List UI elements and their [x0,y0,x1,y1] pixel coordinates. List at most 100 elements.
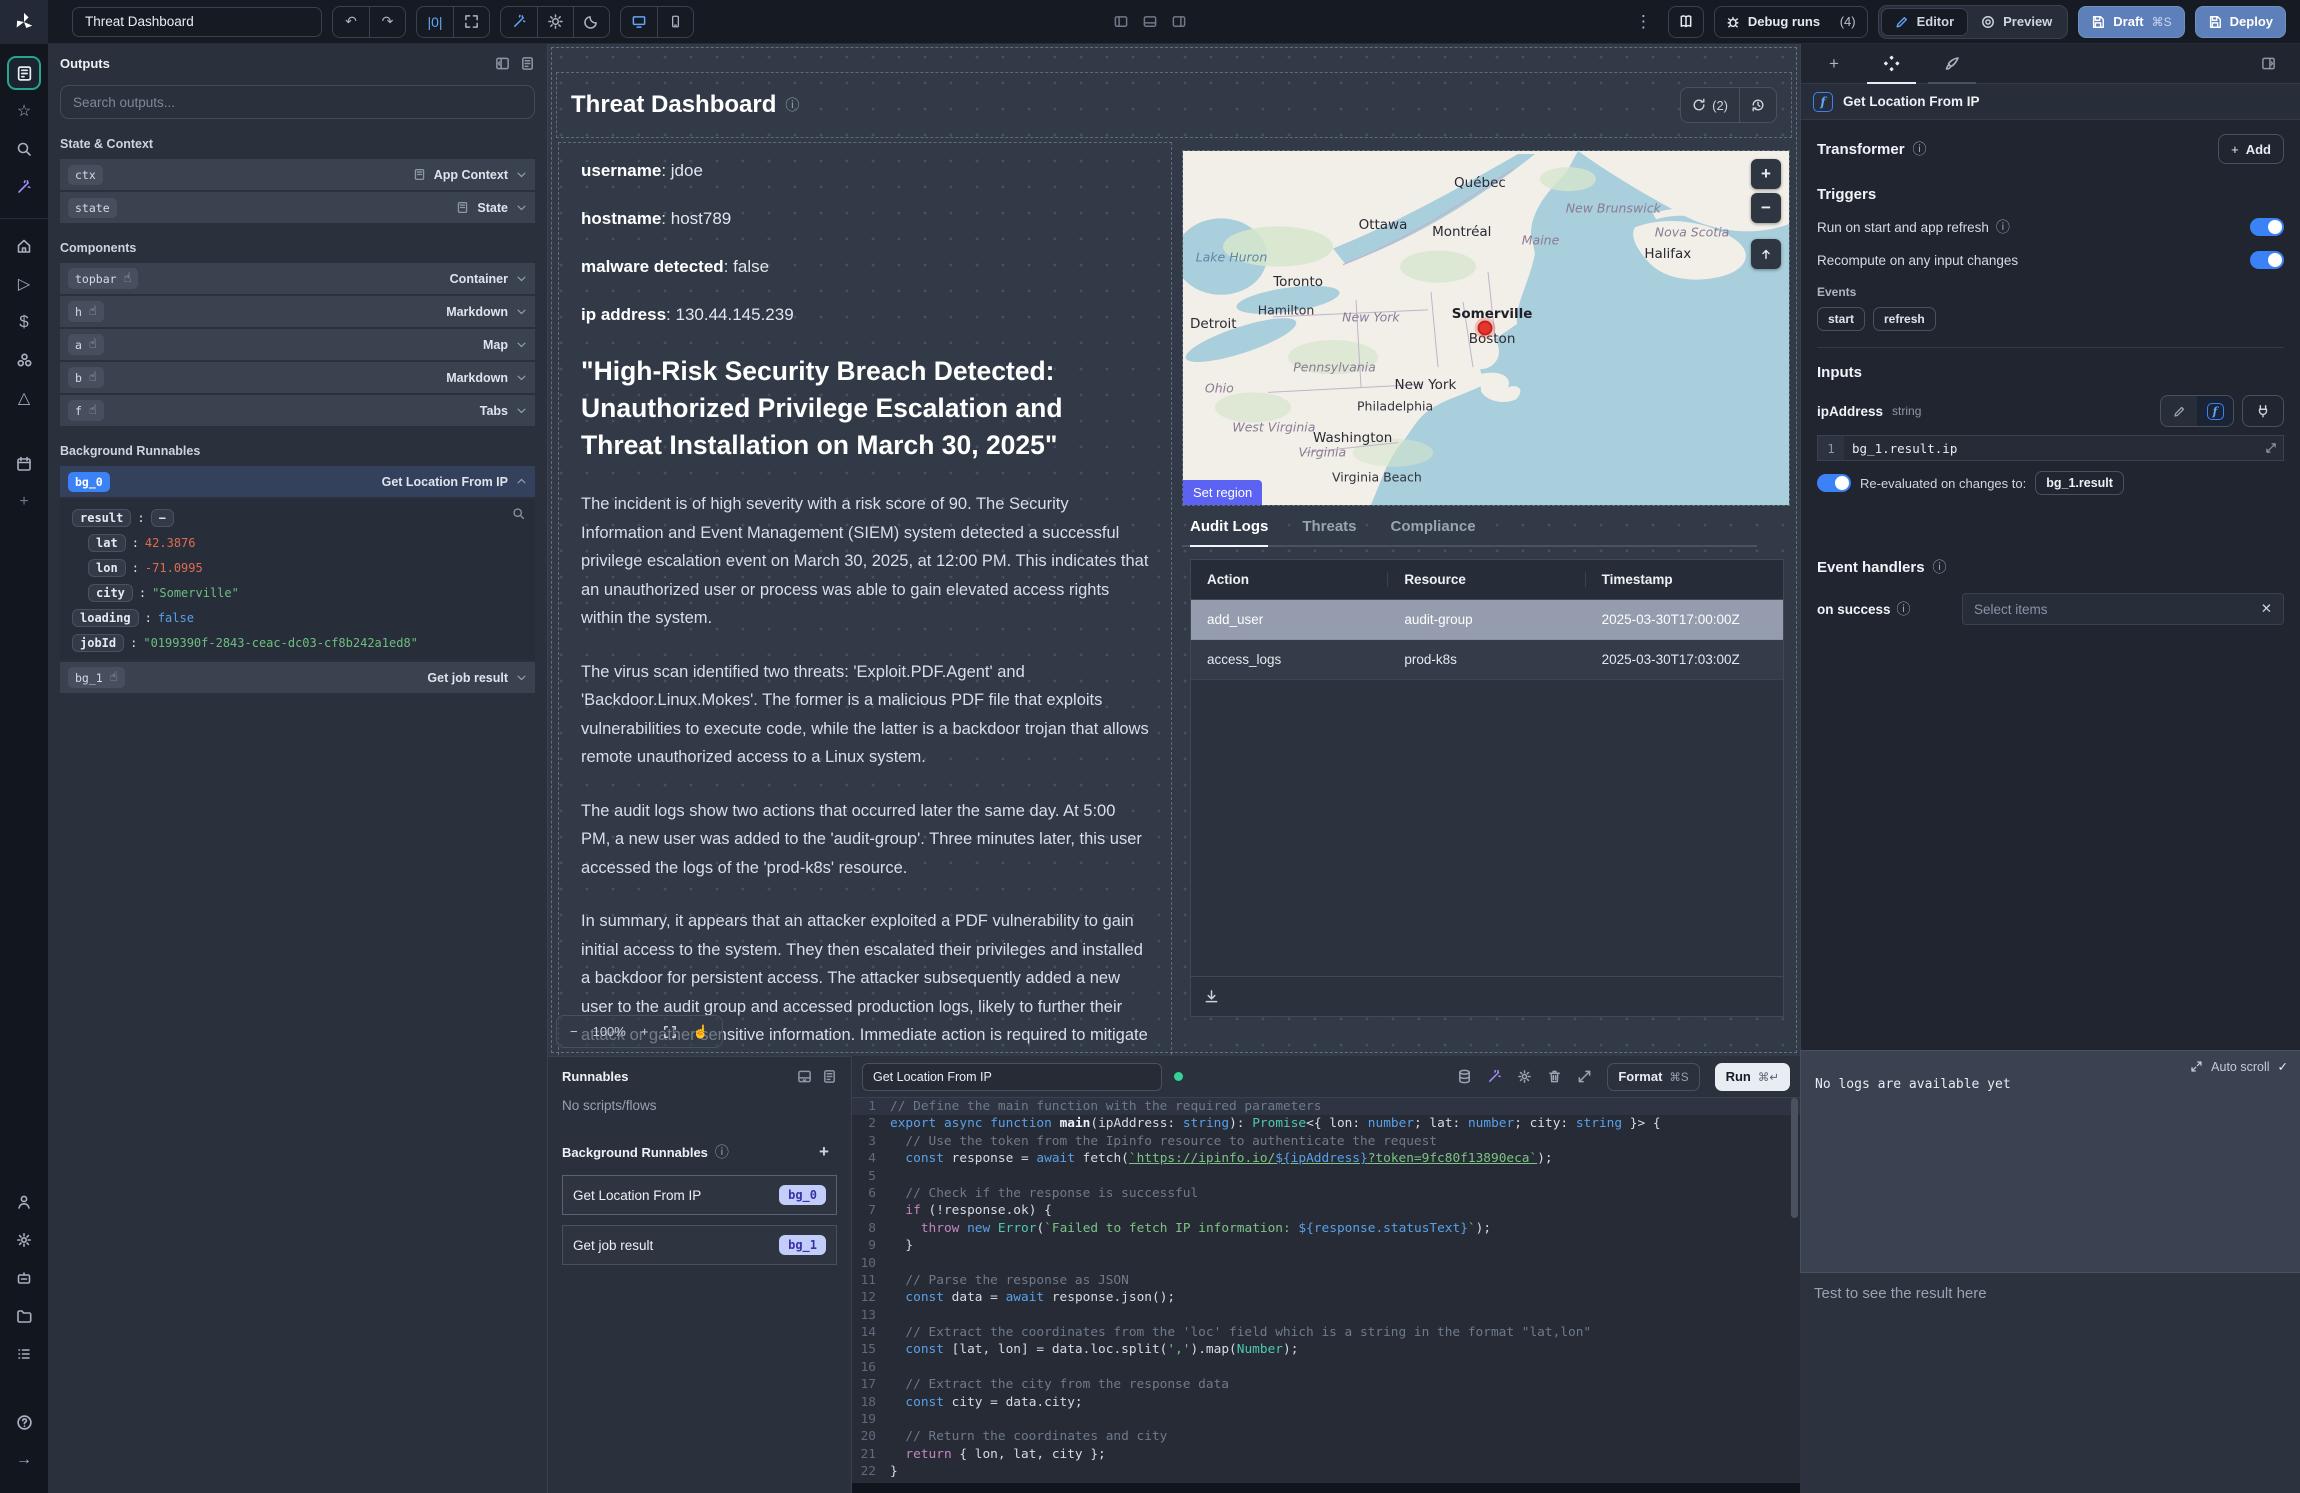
eval-mode-icon[interactable]: f [2197,396,2233,426]
magic-wand-icon[interactable] [501,6,537,38]
expand-grid-button[interactable] [453,6,489,38]
collapse-bottom-icon[interactable] [797,1069,812,1084]
tabs-component[interactable]: Audit Logs Threats Compliance Action Res… [1182,508,1790,1068]
tab-audit-logs[interactable]: Audit Logs [1190,518,1268,545]
code-line[interactable]: 21 return { lon, lat, city }; [852,1446,1800,1463]
json-key[interactable]: lat [88,534,126,552]
reeval-dep-badge[interactable]: bg_1.result [2035,471,2124,495]
code-line[interactable]: 7 if (!response.ok) { [852,1202,1800,1219]
code-line[interactable]: 2export async function main(ipAddress: s… [852,1115,1800,1132]
rail-schedules-icon[interactable]: △ [7,381,41,415]
recompute-toggle[interactable] [2250,251,2284,269]
history-button[interactable] [1739,88,1776,122]
style-tab-icon[interactable] [1940,44,1964,84]
map-zoom-out-button[interactable]: − [1751,193,1781,223]
bg0-row[interactable]: bg_0 Get Location From IP [60,466,535,497]
chevron-down-icon[interactable] [516,405,527,416]
rail-home-icon[interactable] [7,229,41,263]
delete-icon[interactable] [1547,1069,1562,1084]
tab-threats[interactable]: Threats [1302,518,1356,545]
col-timestamp[interactable]: Timestamp [1586,572,1783,587]
download-icon[interactable] [1204,989,1219,1004]
chevron-down-icon[interactable] [516,372,527,383]
collapse-panel-icon[interactable] [495,56,510,71]
ip-expression-input[interactable]: 1 bg_1.result.ip [1817,435,2284,461]
rail-user-icon[interactable] [7,1185,41,1219]
search-outputs-input[interactable]: Search outputs... [60,85,535,119]
cache-icon[interactable] [1457,1069,1472,1084]
undo-button[interactable]: ↶ [333,6,369,38]
table-row[interactable]: access_logs prod-k8s 2025-03-30T17:03:00… [1191,640,1783,680]
pan-tool-button[interactable]: ☝ [692,1024,708,1040]
tab-compliance[interactable]: Compliance [1391,518,1476,545]
insert-tab-icon[interactable]: + [1825,44,1843,84]
rail-collapse-icon[interactable]: → [7,1443,41,1477]
doc-panel-icon[interactable] [520,56,535,71]
app-title-input[interactable]: Threat Dashboard [72,7,322,37]
clear-select-icon[interactable]: ✕ [2261,601,2272,617]
json-collapse-toggle[interactable]: − [151,509,174,527]
preview-mode-button[interactable]: Preview [1968,8,2065,36]
code-line[interactable]: 14 // Extract the coordinates from the '… [852,1324,1800,1341]
code-line[interactable]: 4 const response = await fetch(`https://… [852,1150,1800,1167]
json-key[interactable]: loading [72,609,139,627]
code-line[interactable]: 18 const city = data.city; [852,1394,1800,1411]
component-row-b[interactable]: b☝ Markdown [60,362,535,393]
code-line[interactable]: 12 const data = await response.json(); [852,1289,1800,1306]
set-region-button[interactable]: Set region [1183,480,1262,505]
expand-expression-icon[interactable] [2265,442,2277,454]
redo-button[interactable]: ↷ [369,6,405,38]
more-menu-icon[interactable]: ⋮ [1629,12,1658,32]
editor-mode-button[interactable]: Editor [1881,8,1969,36]
chevron-down-icon[interactable] [516,339,527,350]
json-key[interactable]: city [88,584,133,602]
json-key[interactable]: jobId [72,634,124,652]
chevron-up-icon[interactable] [516,476,527,487]
col-action[interactable]: Action [1191,572,1388,587]
code-line[interactable]: 19 [852,1411,1800,1428]
col-resource[interactable]: Resource [1388,572,1585,587]
collapse-right-panel-icon[interactable] [2261,56,2276,71]
event-start-badge[interactable]: start [1817,307,1865,331]
component-row-h[interactable]: h☝ Markdown [60,296,535,327]
settings-tab-icon[interactable] [1879,44,1904,84]
bg1-row[interactable]: bg_1☝ Get job result [60,662,535,693]
code-line[interactable]: 16 [852,1359,1800,1376]
runnable-item-bg1[interactable]: Get job result bg_1 [562,1225,837,1265]
component-row-f[interactable]: f☝ Tabs [60,395,535,426]
map-fit-button[interactable] [1751,239,1781,269]
rail-help-icon[interactable] [7,1405,41,1439]
static-mode-icon[interactable] [2161,396,2197,426]
run-on-start-toggle[interactable] [2250,218,2284,236]
panel-left-icon[interactable] [1114,14,1129,29]
reeval-toggle[interactable] [1817,474,1851,492]
runnable-item-bg0[interactable]: Get Location From IP bg_0 [562,1175,837,1215]
selected-component-header[interactable]: f Get Location From IP [1801,84,2300,120]
code-line[interactable]: 9 } [852,1237,1800,1254]
docs-button[interactable] [1668,6,1704,38]
rail-add-icon[interactable]: + [7,485,41,519]
rail-calendar-icon[interactable] [7,447,41,481]
code-line[interactable]: 20 // Return the coordinates and city [852,1428,1800,1445]
code-line[interactable]: 11 // Parse the response as JSON [852,1272,1800,1289]
rail-resources-icon[interactable] [7,343,41,377]
auto-scroll-label[interactable]: Auto scroll [2211,1060,2269,1074]
panel-right-icon[interactable] [1172,14,1187,29]
chevron-down-icon[interactable] [516,306,527,317]
expand-editor-icon[interactable] [1577,1069,1592,1084]
connect-icon[interactable] [2242,395,2284,427]
code-line[interactable]: 8 throw new Error(`Failed to fetch IP in… [852,1220,1800,1237]
on-success-select[interactable]: Select items ✕ [1962,593,2284,625]
rail-search-icon[interactable] [7,132,41,166]
code-line[interactable]: 13 [852,1307,1800,1324]
markdown-component[interactable]: username: jdoe hostname: host789 malware… [558,142,1172,1070]
rail-folders-icon[interactable] [7,1299,41,1333]
location-marker[interactable] [1477,321,1492,336]
settings-icon[interactable] [1517,1069,1532,1084]
add-bg-runnable-button[interactable]: + [811,1139,837,1165]
windmill-logo-icon[interactable] [0,0,48,44]
canvas-topbar-component[interactable]: Threat Dashboardⓘ (2) [556,72,1792,138]
rail-audit-logs-icon[interactable] [7,1337,41,1371]
runnable-name-input[interactable]: Get Location From IP [862,1063,1162,1091]
zoom-in-button[interactable]: + [641,1024,649,1039]
